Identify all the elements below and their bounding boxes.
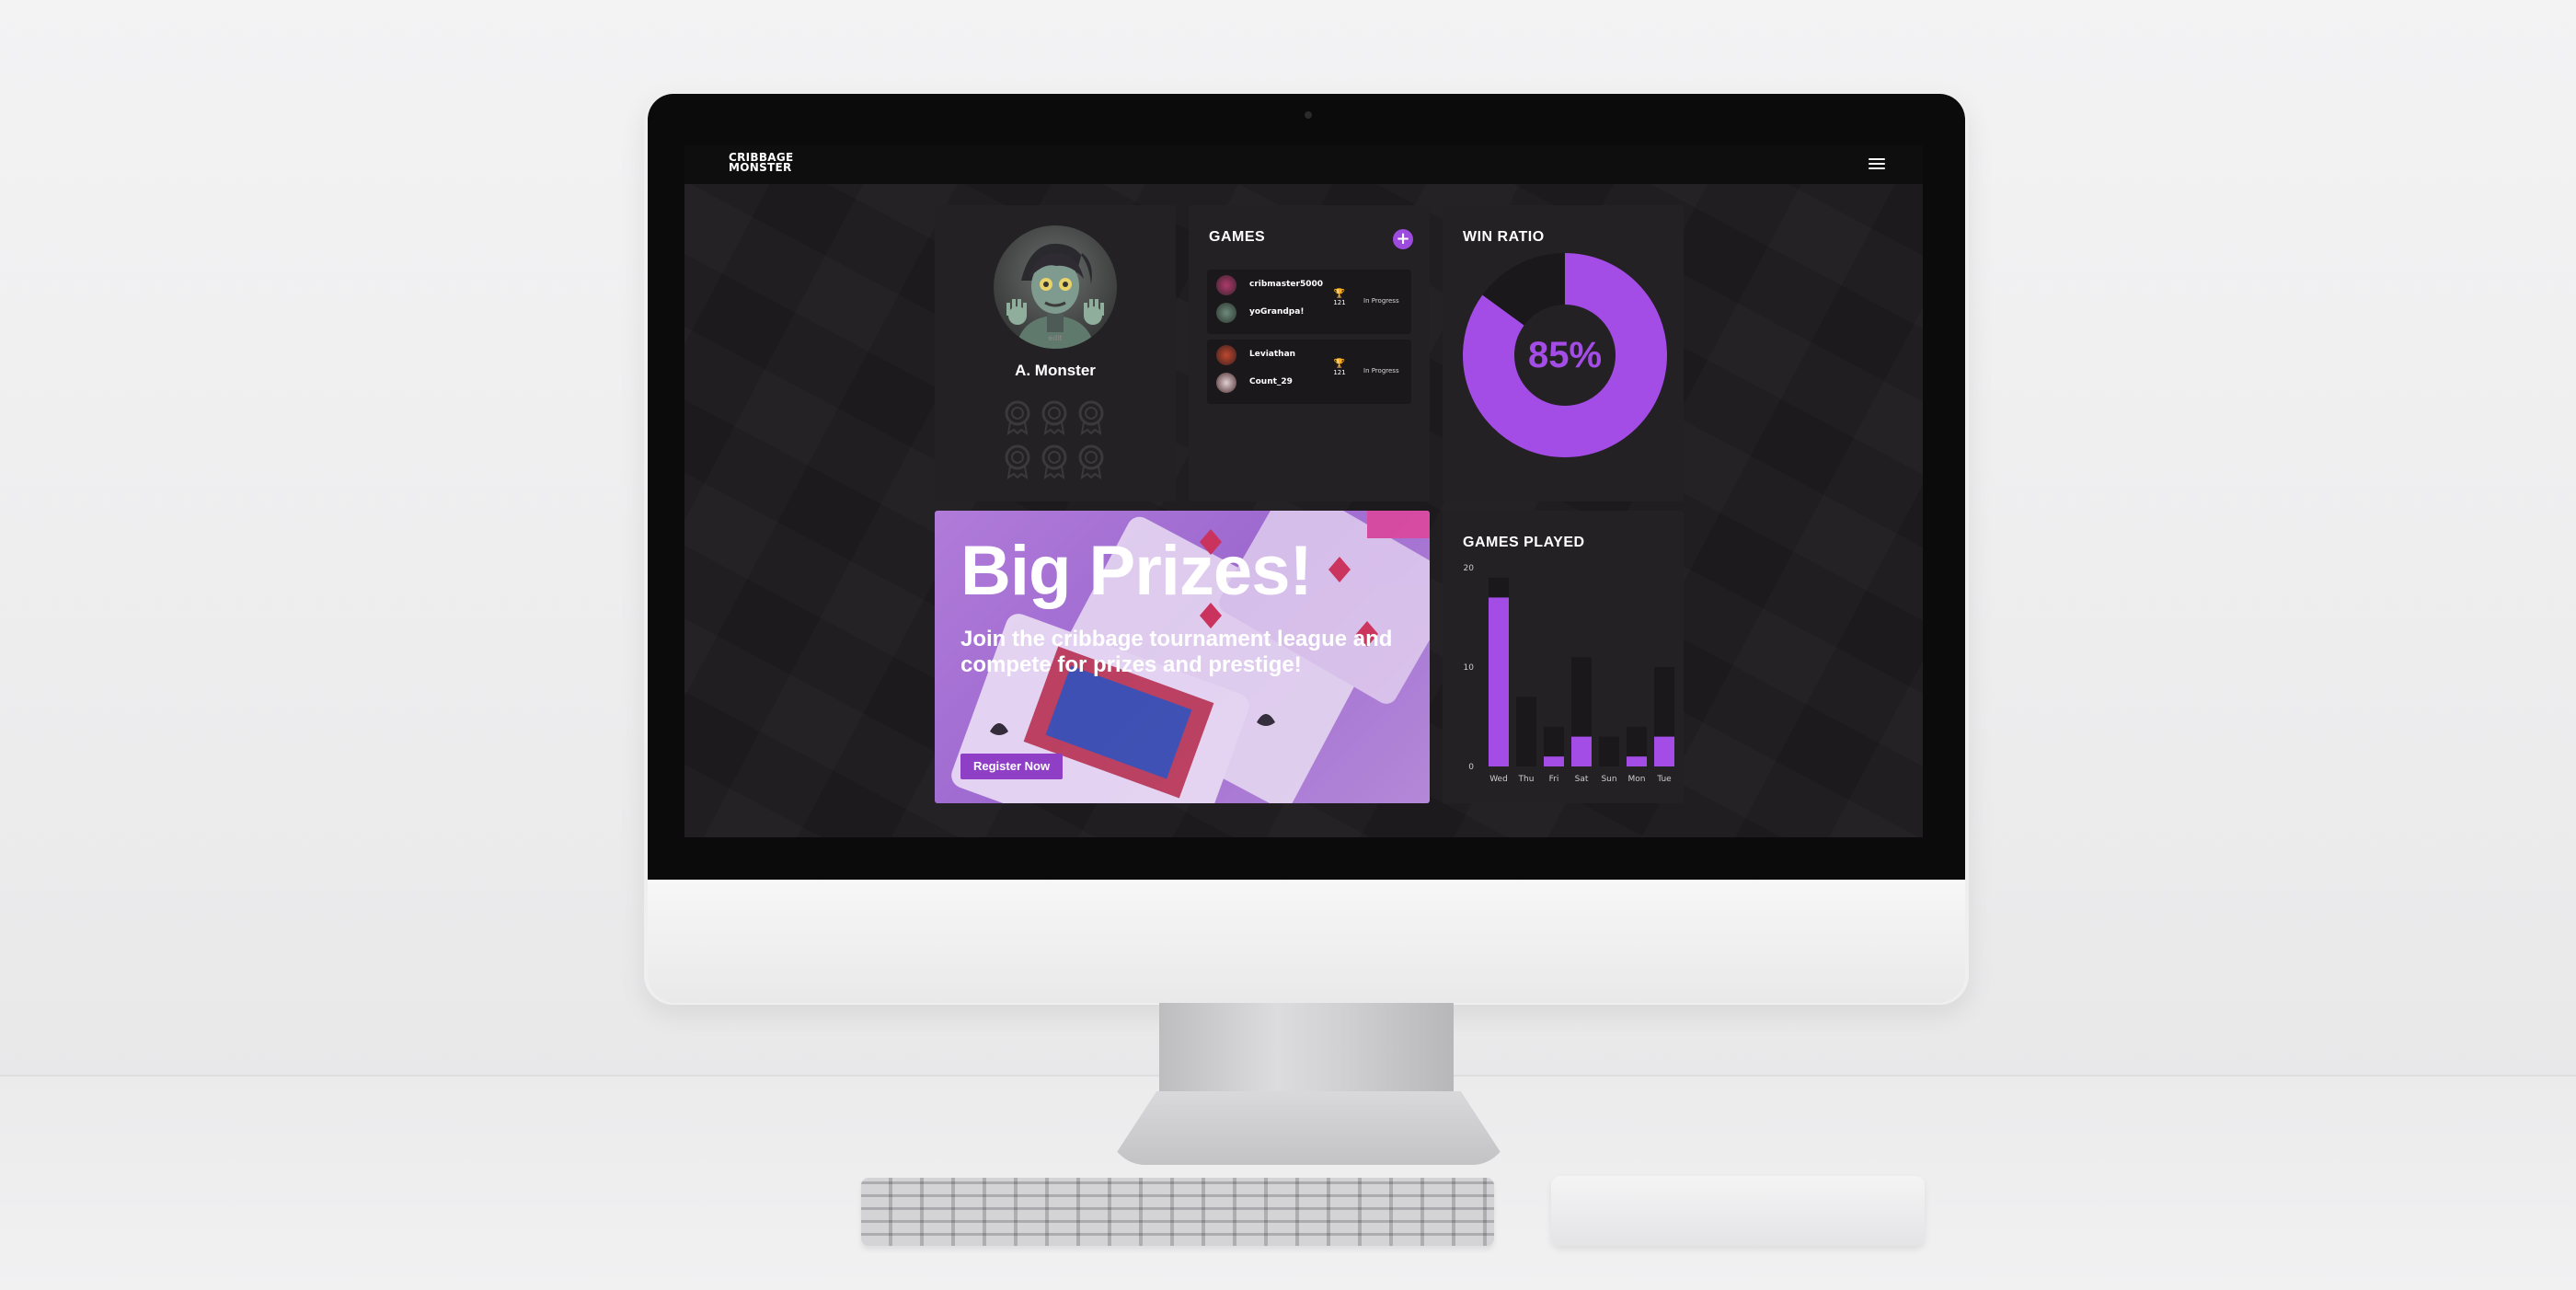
game-score: 121 [1333, 299, 1346, 306]
game-row[interactable]: Leviathan Count_29 🏆 121 In Progress [1207, 340, 1411, 404]
games-played-chart: 0 10 20 Wed Thu Fri Sat Sun Mon Tue [1464, 564, 1674, 784]
promo-title: Big Prizes! [960, 532, 1313, 610]
y-tick-label: 20 [1464, 564, 1475, 573]
x-tick-label: Mon [1628, 775, 1646, 784]
player-avatar [1216, 373, 1236, 393]
bar-background [1599, 736, 1619, 766]
trophy-icon: 🏆 121 [1330, 360, 1349, 377]
y-tick-label: 0 [1468, 763, 1474, 772]
y-tick-label: 10 [1464, 663, 1475, 673]
x-tick-label: Fri [1549, 775, 1559, 784]
player-name: Leviathan [1249, 350, 1296, 359]
bar-background [1516, 697, 1536, 766]
top-navbar: CRIBBAGE MONSTER [684, 145, 1923, 184]
games-title: GAMES [1209, 229, 1266, 245]
games-played-card: GAMES PLAYED 0 10 20 Wed Thu Fri Sat Sun Mon Tue [1443, 511, 1684, 803]
trackpad [1551, 1176, 1925, 1246]
edit-avatar-link[interactable]: edit [935, 334, 1176, 342]
games-played-title: GAMES PLAYED [1463, 535, 1585, 550]
x-tick-label: Wed [1489, 775, 1508, 784]
game-status: In Progress [1363, 367, 1399, 374]
screen: CRIBBAGE MONSTER edit A. Monster GAMES +… [684, 145, 1923, 837]
promo-text: Join the cribbage tournament league and … [960, 627, 1393, 677]
x-tick-label: Sat [1575, 775, 1589, 784]
player-name: Count_29 [1249, 377, 1293, 386]
bar-wed[interactable] [1489, 597, 1509, 766]
game-score: 121 [1333, 369, 1346, 376]
bar-tue[interactable] [1654, 736, 1674, 766]
badge-grid [999, 398, 1115, 487]
x-tick-label: Sun [1601, 775, 1616, 784]
win-ratio-card: WIN RATIO 85% [1443, 205, 1684, 501]
profile-card: edit A. Monster [935, 205, 1176, 501]
player-name: yoGrandpa! [1249, 307, 1305, 317]
game-status: In Progress [1363, 297, 1399, 305]
add-game-button[interactable]: + [1393, 229, 1413, 249]
bar-mon[interactable] [1627, 756, 1647, 766]
award-medal-icon [1041, 444, 1067, 479]
win-ratio-value: 85% [1527, 335, 1603, 375]
player-avatar [1216, 345, 1236, 365]
logo-line-2: MONSTER [729, 161, 792, 174]
register-now-button[interactable]: Register Now [960, 754, 1064, 779]
award-medal-icon [1005, 400, 1030, 435]
monitor-chin [648, 880, 1965, 1003]
player-avatar [1216, 303, 1236, 323]
game-row[interactable]: cribmaster5000 yoGrandpa! 🏆 121 In Progr… [1207, 270, 1411, 334]
player-avatar [1216, 275, 1236, 295]
keyboard [861, 1178, 1494, 1246]
zombie-avatar-icon [1006, 243, 1104, 349]
trophy-icon: 🏆 121 [1330, 290, 1349, 307]
bar-sat[interactable] [1571, 736, 1592, 766]
promo-banner: Big Prizes! Join the cribbage tournament… [935, 511, 1430, 803]
app-logo[interactable]: CRIBBAGE MONSTER [729, 152, 794, 174]
hamburger-menu-icon[interactable] [1869, 156, 1885, 171]
monitor-stand-base [1109, 1091, 1509, 1165]
avatar[interactable] [994, 225, 1117, 349]
profile-name: A. Monster [1015, 362, 1096, 379]
player-name: cribmaster5000 [1249, 280, 1324, 289]
camera-icon [1305, 111, 1312, 119]
games-card: GAMES + cribmaster5000 yoGrandpa! 🏆 121 … [1189, 205, 1430, 501]
award-medal-icon [1078, 444, 1104, 479]
x-tick-label: Thu [1518, 775, 1535, 784]
award-medal-icon [1005, 444, 1030, 479]
award-medal-icon [1078, 400, 1104, 435]
award-medal-icon [1041, 400, 1067, 435]
win-ratio-title: WIN RATIO [1463, 229, 1545, 245]
bar-fri[interactable] [1544, 756, 1564, 766]
monitor-stand [1159, 1003, 1454, 1095]
x-tick-label: Tue [1656, 775, 1672, 784]
